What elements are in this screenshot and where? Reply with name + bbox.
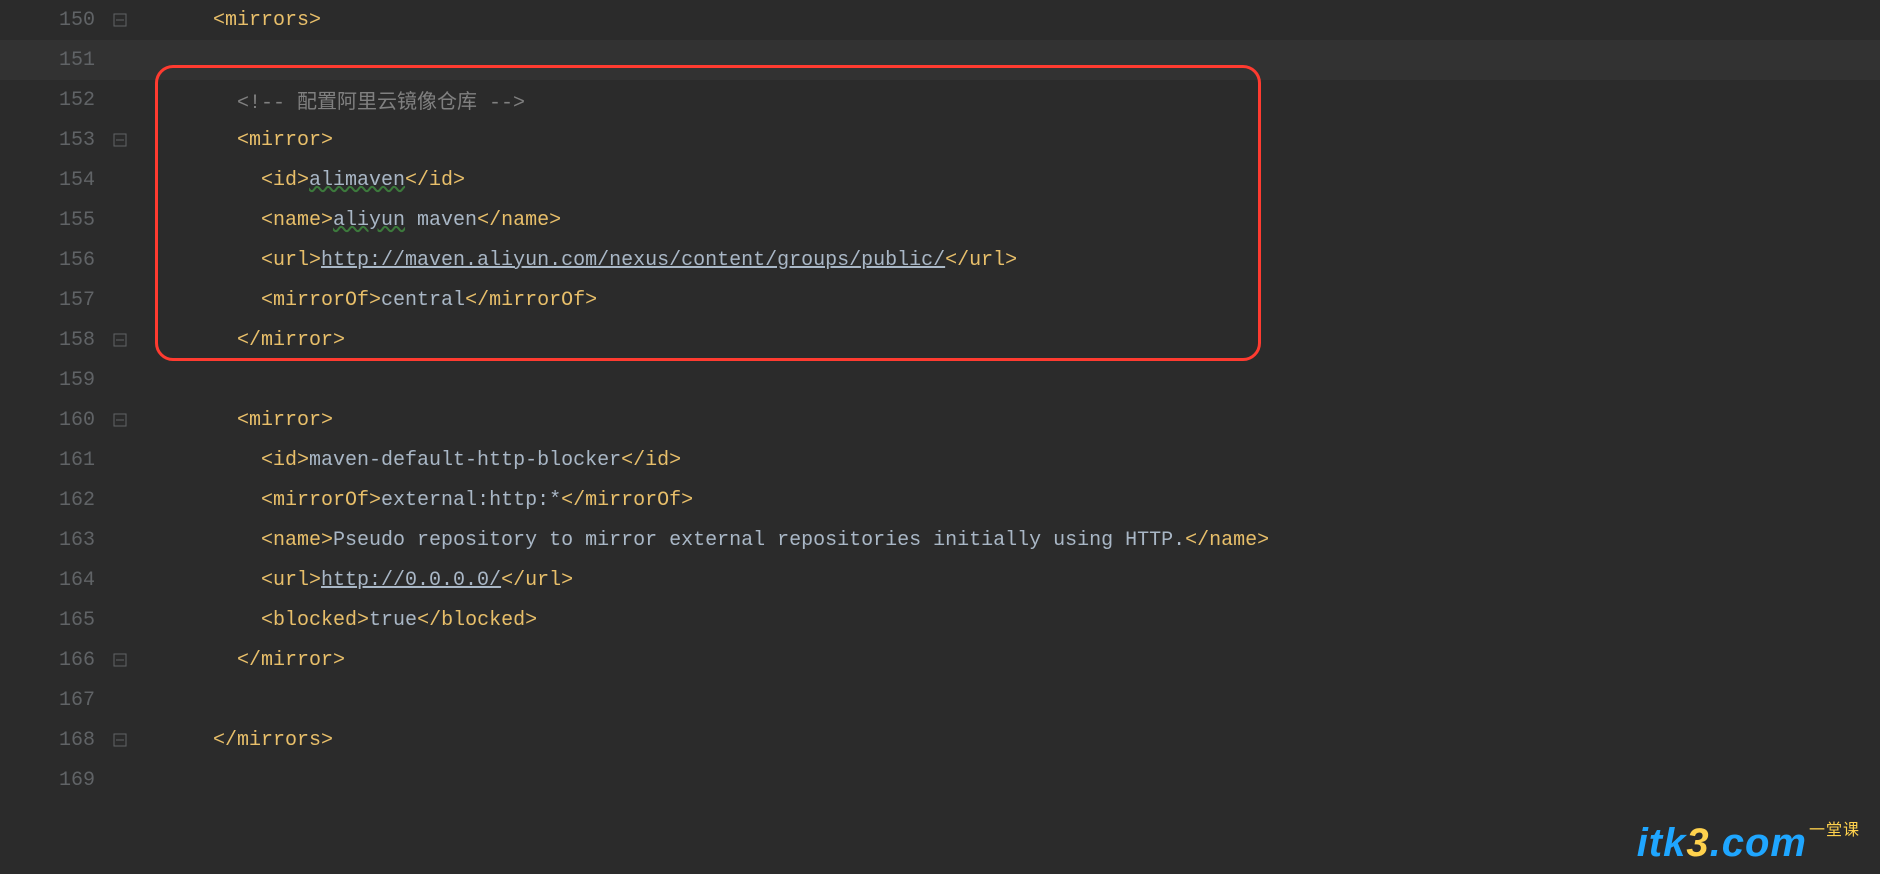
code-line[interactable]: 155 <name>aliyun maven</name>	[0, 200, 1880, 240]
code-content[interactable]: <name>Pseudo repository to mirror extern…	[135, 529, 1880, 552]
code-line[interactable]: 152 <!-- 配置阿里云镜像仓库 -->	[0, 80, 1880, 120]
line-number: 158	[0, 329, 105, 352]
fold-close-icon[interactable]	[105, 733, 135, 747]
line-number: 164	[0, 569, 105, 592]
code-line[interactable]: 167	[0, 680, 1880, 720]
line-number: 152	[0, 89, 105, 112]
line-number: 151	[0, 49, 105, 72]
code-content[interactable]: <id>maven-default-http-blocker</id>	[135, 449, 1880, 472]
line-number: 156	[0, 249, 105, 272]
code-line[interactable]: 154 <id>alimaven</id>	[0, 160, 1880, 200]
code-content[interactable]: <mirror>	[135, 409, 1880, 432]
code-line[interactable]: 160 <mirror>	[0, 400, 1880, 440]
code-line[interactable]: 159	[0, 360, 1880, 400]
line-number: 162	[0, 489, 105, 512]
code-line[interactable]: 153 <mirror>	[0, 120, 1880, 160]
fold-open-icon[interactable]	[105, 413, 135, 427]
code-line[interactable]: 162 <mirrorOf>external:http:*</mirrorOf>	[0, 480, 1880, 520]
line-number: 159	[0, 369, 105, 392]
fold-close-icon[interactable]	[105, 333, 135, 347]
fold-close-icon[interactable]	[105, 653, 135, 667]
code-line[interactable]: 163 <name>Pseudo repository to mirror ex…	[0, 520, 1880, 560]
code-content[interactable]: </mirror>	[135, 329, 1880, 352]
code-line[interactable]: 156 <url>http://maven.aliyun.com/nexus/c…	[0, 240, 1880, 280]
code-content[interactable]: <url>http://maven.aliyun.com/nexus/conte…	[135, 249, 1880, 272]
code-line[interactable]: 157 <mirrorOf>central</mirrorOf>	[0, 280, 1880, 320]
line-number: 157	[0, 289, 105, 312]
code-line[interactable]: 161 <id>maven-default-http-blocker</id>	[0, 440, 1880, 480]
code-content[interactable]: <mirrorOf>external:http:*</mirrorOf>	[135, 489, 1880, 512]
code-content[interactable]: <!-- 配置阿里云镜像仓库 -->	[135, 85, 1880, 115]
code-line[interactable]: 164 <url>http://0.0.0.0/</url>	[0, 560, 1880, 600]
code-content[interactable]: </mirror>	[135, 649, 1880, 672]
code-line[interactable]: 168 </mirrors>	[0, 720, 1880, 760]
code-line[interactable]: 158 </mirror>	[0, 320, 1880, 360]
line-number: 169	[0, 769, 105, 792]
watermark-logo: itk3.com一堂课	[1637, 821, 1860, 866]
code-content[interactable]: <mirrorOf>central</mirrorOf>	[135, 289, 1880, 312]
code-content[interactable]: </mirrors>	[135, 729, 1880, 752]
line-number: 167	[0, 689, 105, 712]
fold-open-icon[interactable]	[105, 13, 135, 27]
line-number: 154	[0, 169, 105, 192]
code-line[interactable]: 165 <blocked>true</blocked>	[0, 600, 1880, 640]
code-content[interactable]: <name>aliyun maven</name>	[135, 209, 1880, 232]
line-number: 166	[0, 649, 105, 672]
line-number: 153	[0, 129, 105, 152]
code-line[interactable]: 151	[0, 40, 1880, 80]
line-number: 168	[0, 729, 105, 752]
code-line[interactable]: 169	[0, 760, 1880, 800]
line-number: 163	[0, 529, 105, 552]
line-number: 155	[0, 209, 105, 232]
line-number: 161	[0, 449, 105, 472]
code-editor[interactable]: 150 <mirrors>151152 <!-- 配置阿里云镜像仓库 -->15…	[0, 0, 1880, 874]
code-content[interactable]: <mirror>	[135, 129, 1880, 152]
code-content[interactable]: <mirrors>	[135, 9, 1880, 32]
code-content[interactable]: <url>http://0.0.0.0/</url>	[135, 569, 1880, 592]
code-line[interactable]: 150 <mirrors>	[0, 0, 1880, 40]
line-number: 150	[0, 9, 105, 32]
line-number: 160	[0, 409, 105, 432]
code-content[interactable]: <blocked>true</blocked>	[135, 609, 1880, 632]
fold-open-icon[interactable]	[105, 133, 135, 147]
code-line[interactable]: 166 </mirror>	[0, 640, 1880, 680]
line-number: 165	[0, 609, 105, 632]
code-content[interactable]: <id>alimaven</id>	[135, 169, 1880, 192]
